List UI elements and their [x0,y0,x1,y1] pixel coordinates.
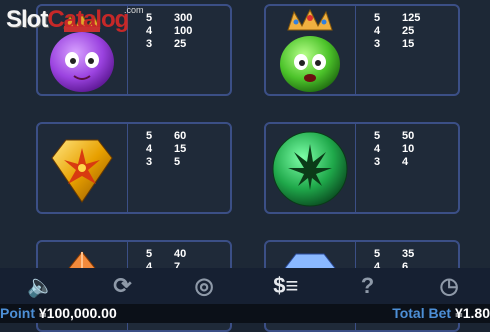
pay-values: 5 50 4 10 34 [374,130,458,169]
pay-values: 5 60 4 15 35 [146,130,230,169]
payout-value: 35 [402,248,415,260]
pay-row: 34 [374,156,458,169]
bottom-toolbar: 🔈 ⟳ ◎ $≡ ? ◷ [0,268,490,304]
payout-value: 25 [174,38,187,50]
total-bet-display: Total Bet ¥1.80 [392,304,490,323]
pay-row: 5 125 [374,12,458,25]
payout-value: 100 [174,25,193,37]
match-count: 5 [374,12,381,24]
green-round-gem-icon [266,124,356,212]
pay-row: 5 300 [146,12,230,25]
payout-value: 60 [174,130,187,142]
pay-row: 4 15 [146,143,230,156]
payout-value: 15 [402,38,415,50]
paytable-icon[interactable]: $≡ [266,271,306,301]
point-label: Point [0,305,35,321]
pay-row: 5 50 [374,130,458,143]
pay-row: 5 35 [374,248,458,261]
paytable-card-yellow-diamond: 5 60 4 15 35 [36,122,232,214]
payout-value: 40 [174,248,187,260]
payout-value: 125 [402,12,421,24]
pay-row: 4 10 [374,143,458,156]
pay-row: 5 60 [146,130,230,143]
chips-icon[interactable]: ◎ [184,271,224,301]
match-count: 5 [146,248,153,260]
match-count: 3 [146,156,153,168]
speaker-icon[interactable]: 🔈 [21,271,61,301]
paytable-screen: 5 300 4 100 3 25 5 125 4 25 3 15 5 60 4 … [0,0,490,332]
payout-value: 25 [402,25,415,37]
pay-row: 4 100 [146,25,230,38]
match-count: 4 [374,143,381,155]
match-count: 4 [146,143,153,155]
point-display: Point ¥100,000.00 [0,304,117,323]
help-icon[interactable]: ? [347,271,387,301]
payout-value: 5 [174,156,181,168]
match-count: 3 [374,38,381,50]
match-count: 3 [374,156,381,168]
yellow-diamond-icon [38,124,128,212]
match-count: 5 [374,130,381,142]
status-bar: Point ¥100,000.00 Total Bet ¥1.80 [0,304,490,323]
pay-row: 5 40 [146,248,230,261]
green-crowned-blob-icon [266,6,356,94]
pay-values: 5 125 4 25 3 15 [374,12,458,51]
slotcatalog-logo: SlotCatalog .com [6,5,144,34]
pay-row: 3 15 [374,38,458,51]
pay-values: 5 300 4 100 3 25 [146,12,230,51]
match-count: 5 [374,248,381,260]
payout-value: 15 [174,143,187,155]
paytable-card-green-blob: 5 125 4 25 3 15 [264,4,460,96]
match-count: 3 [146,38,153,50]
total-bet-label: Total Bet [392,305,452,321]
match-count: 4 [374,25,381,37]
paytable-card-green-gem: 5 50 4 10 34 [264,122,460,214]
match-count: 5 [146,12,153,24]
match-count: 5 [146,130,153,142]
autoplay-icon[interactable]: ⟳ [102,271,142,301]
pay-row: 4 25 [374,25,458,38]
pay-row: 35 [146,156,230,169]
payout-value: 50 [402,130,415,142]
pay-row: 3 25 [146,38,230,51]
logo-catalog-text: Catalog [47,6,129,33]
point-value: ¥100,000.00 [38,305,117,321]
payout-value: 300 [174,12,193,24]
logo-slot-text: Slot [6,6,48,33]
history-icon[interactable]: ◷ [429,271,469,301]
payout-value: 10 [402,143,415,155]
logo-com-text: .com [124,5,144,15]
total-bet-value: ¥1.80 [454,305,490,321]
payout-value: 4 [402,156,409,168]
match-count: 4 [146,25,153,37]
